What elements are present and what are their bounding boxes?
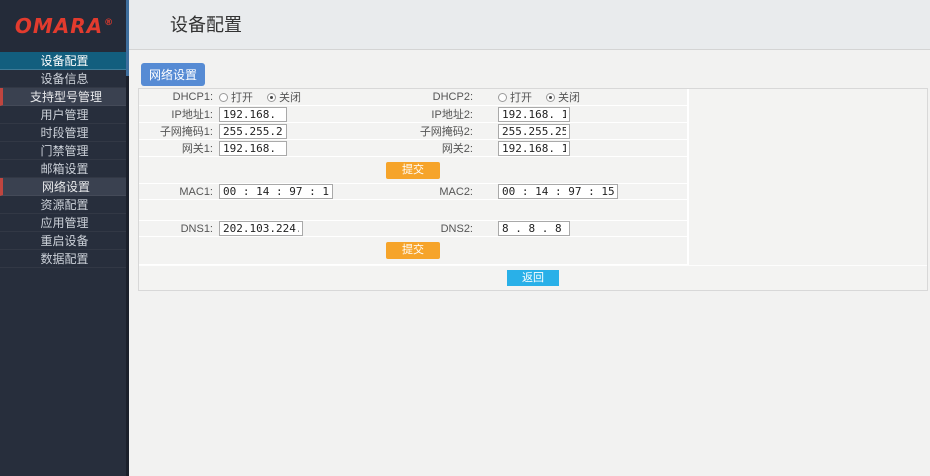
ip-row: IP地址1: IP地址2: xyxy=(139,106,687,122)
main-content: 网络设置 DHCP1: 打开 关闭 DHCP2: 打开 xyxy=(129,51,930,476)
dhcp1-on-label: 打开 xyxy=(231,89,253,105)
dhcp1-on-option[interactable]: 打开 xyxy=(219,89,253,105)
sidebar-item-app-management[interactable]: 应用管理 xyxy=(0,214,129,232)
sidebar-item-access-management[interactable]: 门禁管理 xyxy=(0,142,129,160)
sidebar-item-mailbox-settings[interactable]: 邮箱设置 xyxy=(0,160,129,178)
submit-network-button[interactable]: 提交 xyxy=(386,162,440,179)
mask2-label: 子网掩码2: xyxy=(409,123,479,139)
mac1-label: MAC1: xyxy=(139,186,219,198)
dhcp2-off-label: 关闭 xyxy=(558,89,580,105)
gateway-row: 网关1: 网关2: xyxy=(139,140,687,156)
sidebar-item-network-settings[interactable]: 网络设置 xyxy=(0,178,129,196)
back-row: 返回 xyxy=(139,265,927,290)
page-header: 设备配置 xyxy=(129,0,930,50)
ip2-label: IP地址2: xyxy=(409,106,479,122)
dns2-input[interactable] xyxy=(498,221,570,236)
sidebar-item-device-info[interactable]: 设备信息 xyxy=(0,70,129,88)
ip2-input[interactable] xyxy=(498,107,570,122)
gateway1-label: 网关1: xyxy=(139,140,219,156)
page-title: 设备配置 xyxy=(170,0,930,50)
mask1-label: 子网掩码1: xyxy=(139,123,219,139)
dhcp1-label: DHCP1: xyxy=(139,91,219,103)
dhcp2-off-option[interactable]: 关闭 xyxy=(546,89,580,105)
logo-text: OMARA® xyxy=(15,14,114,38)
mask2-input[interactable] xyxy=(498,124,570,139)
dhcp2-radio-group: 打开 关闭 xyxy=(498,89,580,105)
mask1-input[interactable] xyxy=(219,124,287,139)
radio-checked-icon[interactable] xyxy=(546,93,555,102)
sidebar-item-model-management[interactable]: 支持型号管理 xyxy=(0,88,129,106)
dhcp2-on-label: 打开 xyxy=(510,89,532,105)
dhcp2-on-option[interactable]: 打开 xyxy=(498,89,532,105)
dns-row: DNS1: DNS2: xyxy=(139,221,687,236)
sidebar-item-timeslot-management[interactable]: 时段管理 xyxy=(0,124,129,142)
sidebar-item-restart-device[interactable]: 重启设备 xyxy=(0,232,129,250)
sidebar-item-data-config[interactable]: 数据配置 xyxy=(0,250,129,268)
submit-row-2: 提交 xyxy=(139,237,687,264)
sidebar: OMARA® 设备配置 设备信息 支持型号管理 用户管理 时段管理 门禁管理 邮… xyxy=(0,0,129,476)
gateway1-input[interactable] xyxy=(219,141,287,156)
sidebar-item-resource-config[interactable]: 资源配置 xyxy=(0,196,129,214)
dns1-input[interactable] xyxy=(219,221,303,236)
ip1-label: IP地址1: xyxy=(139,106,219,122)
dns1-label: DNS1: xyxy=(139,223,219,235)
dhcp1-off-option[interactable]: 关闭 xyxy=(267,89,301,105)
scrollbar-thumb[interactable] xyxy=(126,0,129,76)
dhcp2-label: DHCP2: xyxy=(409,91,479,103)
spacer-row xyxy=(139,200,687,220)
radio-unchecked-icon[interactable] xyxy=(498,93,507,102)
sidebar-item-device-config[interactable]: 设备配置 xyxy=(0,52,129,70)
subnet-mask-row: 子网掩码1: 子网掩码2: xyxy=(139,123,687,139)
submit-row-1: 提交 xyxy=(139,157,687,183)
mac1-input[interactable] xyxy=(219,184,333,199)
gateway2-label: 网关2: xyxy=(409,140,479,156)
back-button[interactable]: 返回 xyxy=(507,270,559,286)
mac2-input[interactable] xyxy=(498,184,618,199)
empty-column xyxy=(687,89,927,265)
radio-checked-icon[interactable] xyxy=(267,93,276,102)
dhcp-row: DHCP1: 打开 关闭 DHCP2: 打开 关闭 xyxy=(139,89,687,105)
dhcp1-radio-group: 打开 关闭 xyxy=(219,89,301,105)
submit-dns-button[interactable]: 提交 xyxy=(386,242,440,259)
dns2-label: DNS2: xyxy=(409,223,479,235)
mac2-label: MAC2: xyxy=(409,186,479,198)
mac-row: MAC1: MAC2: xyxy=(139,184,687,199)
network-settings-form: DHCP1: 打开 关闭 DHCP2: 打开 关闭 xyxy=(138,88,928,291)
dhcp1-off-label: 关闭 xyxy=(279,89,301,105)
logo: OMARA® xyxy=(0,0,129,52)
sidebar-menu: 设备配置 设备信息 支持型号管理 用户管理 时段管理 门禁管理 邮箱设置 网络设… xyxy=(0,52,129,268)
gateway2-input[interactable] xyxy=(498,141,570,156)
ip1-input[interactable] xyxy=(219,107,287,122)
radio-unchecked-icon[interactable] xyxy=(219,93,228,102)
sidebar-scrollbar[interactable] xyxy=(126,0,129,476)
sidebar-item-user-management[interactable]: 用户管理 xyxy=(0,106,129,124)
tab-network-settings[interactable]: 网络设置 xyxy=(141,63,205,86)
registered-trademark-icon: ® xyxy=(104,18,114,28)
